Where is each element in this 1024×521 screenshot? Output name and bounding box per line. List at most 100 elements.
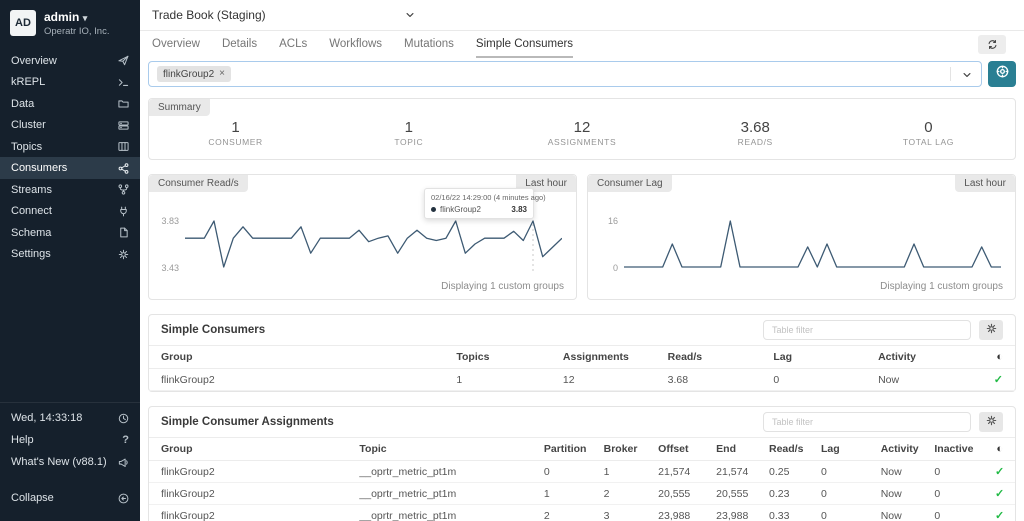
avatar: AD	[10, 10, 36, 36]
column-visibility-toggle-icon[interactable]: ◐	[996, 443, 1003, 455]
table-cell-status: ✓	[988, 482, 1015, 505]
share-icon	[118, 162, 129, 174]
column-header-toggle[interactable]: ◐	[980, 345, 1015, 369]
tab-overview[interactable]: Overview	[152, 31, 200, 58]
tab-acls[interactable]: ACLs	[279, 31, 307, 58]
user-row[interactable]: AD admin ▾ Operatr IO, Inc.	[0, 0, 140, 50]
column-header-offset[interactable]: Offset	[652, 437, 711, 461]
summary-stat-read-s: 3.68 READ/S	[669, 119, 842, 147]
table-row[interactable]: flinkGroup2 __oprtr_metric_pt1m 2 3 23,988 23…	[149, 504, 1015, 521]
table-cell: Now	[874, 504, 929, 521]
server-icon	[118, 120, 129, 131]
terminal-icon	[118, 77, 129, 88]
table-filter-input[interactable]	[763, 412, 971, 432]
table-row[interactable]: flinkGroup2 1 12 3.68 0 Now ✓	[149, 368, 1015, 391]
cluster-select-value: Trade Book (Staging)	[152, 8, 266, 22]
branch-icon	[118, 184, 129, 195]
sidebar-item-krepl[interactable]: kREPL	[0, 71, 140, 93]
collapse-icon	[118, 493, 129, 504]
column-header-broker[interactable]: Broker	[597, 437, 653, 461]
content: Summary 1 CONSUMER 1 TOPIC 12 ASSIGNMENTS 3.68…	[140, 94, 1024, 521]
column-header-lag[interactable]: Lag	[767, 345, 873, 369]
table-cell: 1	[450, 368, 557, 391]
columns-icon	[118, 141, 129, 152]
tab-workflows[interactable]: Workflows	[329, 31, 382, 58]
column-header-topic[interactable]: Topic	[353, 437, 538, 461]
sidebar-footer: Wed, 14:33:18 Help? What's New (v88.1) Col…	[0, 402, 140, 521]
sidebar-footer-label: What's New (v88.1)	[11, 456, 107, 468]
stat-label: CONSUMER	[208, 137, 263, 147]
consumer-lag-chart-panel: Consumer Lag Last hour 16 0 Displaying 1…	[587, 174, 1016, 300]
collapse-button[interactable]: Collapse	[0, 487, 140, 509]
stat-label: TOPIC	[394, 137, 424, 147]
sidebar-item-label: Streams	[11, 183, 52, 196]
sidebar-item-streams[interactable]: Streams	[0, 179, 140, 201]
sidebar-item-consumers[interactable]: Consumers	[0, 157, 140, 179]
sidebar-footer-item[interactable]: Wed, 14:33:18	[0, 407, 140, 429]
group-filter-combobox[interactable]: flinkGroup2 ×	[148, 61, 982, 87]
sidebar-item-settings[interactable]: Settings	[0, 243, 140, 265]
column-header-toggle[interactable]: ◐	[988, 437, 1015, 461]
remove-tag-icon[interactable]: ×	[219, 69, 225, 79]
sidebar-footer-item[interactable]: Help?	[0, 429, 140, 451]
y-axis-label-max: 16	[607, 216, 618, 226]
sidebar-item-overview[interactable]: Overview	[0, 50, 140, 72]
table-cell: flinkGroup2	[149, 368, 451, 391]
chevron-down-icon	[405, 10, 415, 20]
caret-down-icon: ▾	[82, 13, 88, 23]
send-icon	[118, 55, 129, 66]
tab-mutations[interactable]: Mutations	[404, 31, 454, 58]
sidebar-footer-item[interactable]: What's New (v88.1)	[0, 451, 140, 473]
column-header-inactive[interactable]: Inactive	[928, 437, 989, 461]
refresh-button[interactable]	[978, 35, 1006, 54]
column-header-group[interactable]: Group	[149, 345, 451, 369]
filter-settings-button[interactable]	[988, 61, 1016, 87]
file-icon	[118, 227, 129, 238]
chevron-down-icon[interactable]	[962, 70, 972, 80]
table-row[interactable]: flinkGroup2 __oprtr_metric_pt1m 1 2 20,555 20…	[149, 482, 1015, 505]
column-header-partition[interactable]: Partition	[537, 437, 598, 461]
line-chart[interactable]	[624, 215, 1001, 273]
column-header-end[interactable]: End	[710, 437, 763, 461]
table-cell: 23,988	[710, 504, 763, 521]
stat-value: 1	[404, 119, 413, 136]
cluster-select[interactable]: Trade Book (Staging)	[140, 8, 415, 22]
sidebar-item-topics[interactable]: Topics	[0, 136, 140, 158]
column-header-activity[interactable]: Activity	[872, 345, 981, 369]
table-filter-input[interactable]	[763, 320, 971, 340]
user-menu[interactable]: admin ▾	[44, 10, 109, 25]
sidebar-item-connect[interactable]: Connect	[0, 200, 140, 222]
filter-tag-label: flinkGroup2	[163, 68, 215, 80]
column-header-lag[interactable]: Lag	[814, 437, 875, 461]
column-header-activity[interactable]: Activity	[874, 437, 929, 461]
table-cell: 0	[814, 482, 875, 505]
table-row[interactable]: flinkGroup2 __oprtr_metric_pt1m 0 1 21,574 21…	[149, 460, 1015, 483]
column-header-topics[interactable]: Topics	[450, 345, 557, 369]
org-name: Operatr IO, Inc.	[44, 26, 110, 37]
column-header-group[interactable]: Group	[149, 437, 354, 461]
table-settings-button[interactable]	[979, 412, 1003, 432]
tab-simple-consumers[interactable]: Simple Consumers	[475, 31, 574, 58]
column-visibility-toggle-icon[interactable]: ◐	[996, 351, 1003, 363]
sidebar-item-label: Topics	[11, 140, 43, 153]
table-cell-status: ✓	[980, 368, 1015, 391]
tab-details[interactable]: Details	[222, 31, 257, 58]
table-cell: 1	[597, 460, 653, 483]
sidebar-footer-label: Wed, 14:33:18	[11, 412, 83, 424]
stat-value: 0	[924, 119, 933, 136]
summary-badge: Summary	[149, 99, 210, 116]
folder-icon	[118, 98, 129, 109]
megaphone-icon	[118, 457, 129, 468]
sidebar-item-schema[interactable]: Schema	[0, 222, 140, 244]
table-cell: flinkGroup2	[149, 482, 354, 505]
line-chart[interactable]	[185, 215, 563, 273]
sidebar-item-label: Schema	[11, 226, 52, 239]
column-header-read-s[interactable]: Read/s	[661, 345, 768, 369]
column-header-read-s[interactable]: Read/s	[762, 437, 815, 461]
column-header-assignments[interactable]: Assignments	[556, 345, 662, 369]
sidebar-item-cluster[interactable]: Cluster	[0, 114, 140, 136]
table-settings-button[interactable]	[979, 320, 1003, 340]
table-cell: 0	[928, 482, 989, 505]
sidebar-item-data[interactable]: Data	[0, 93, 140, 115]
